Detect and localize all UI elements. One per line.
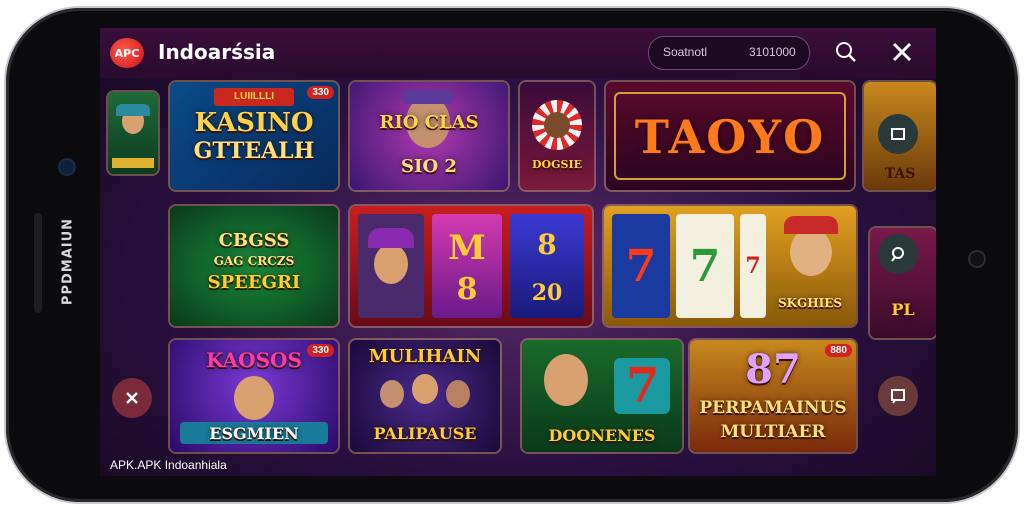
tile-badge: 330 [307, 86, 334, 99]
tile-badge: 330 [307, 344, 334, 357]
chat-icon[interactable] [878, 376, 918, 416]
tile-badge: 880 [825, 344, 852, 357]
close-icon[interactable] [112, 378, 152, 418]
slot-reel: 8 20 [510, 214, 584, 318]
slot-reel: 7 [740, 214, 766, 318]
tile-title: DOONENES [548, 426, 656, 445]
game-tile-kasino[interactable]: LUIILLLI KASINO GTTEALH 330 [170, 82, 338, 190]
footer-text: APK.APK Indoanhiala [110, 458, 227, 472]
tile-label: SKGHIES [777, 296, 843, 310]
tile-label: PL [891, 300, 915, 319]
tile-title: PERPAMAINUS [699, 398, 847, 418]
app-logo[interactable]: APC [110, 38, 144, 68]
slot-reel: 7 [612, 214, 670, 318]
square-icon[interactable] [878, 114, 918, 154]
tile-subtitle: GTTEALH [193, 138, 315, 164]
slot-reel: 7 [676, 214, 734, 318]
tile-subtitle: ESGMIEN [209, 424, 299, 443]
tile-title: CBGSS [218, 230, 290, 251]
tile-subtitle: MULTIAER [720, 422, 826, 442]
front-camera [60, 160, 74, 174]
slot-reel: M 8 [432, 214, 502, 318]
game-tile-slot-sevens[interactable]: 7 7 7 SKGHIES [604, 206, 856, 326]
tile-line2: GAG CRCZS [213, 254, 295, 268]
location-icon[interactable] [878, 234, 918, 274]
tile-label: DOGSIE [532, 158, 582, 171]
game-tile-poker-table[interactable]: CBGSS GAG CRCZS SPEEGRI [170, 206, 338, 326]
tile-title: RIO CLAS [379, 112, 479, 133]
app-title: Indoarśsia [158, 40, 276, 64]
game-tile-perpamainus[interactable]: 87 PERPAMAINUS MULTIAER 880 [690, 340, 856, 452]
sensor-dot [970, 252, 984, 266]
side-label: PPDMAIUN [60, 217, 76, 306]
tile-subtitle: PALIPAUSE [373, 424, 477, 443]
game-tile-mini[interactable] [108, 92, 158, 174]
side-button[interactable] [34, 213, 42, 313]
game-tile-rio[interactable]: RIO CLAS SIO 2 [350, 82, 508, 190]
tile-title: KASINO [194, 108, 314, 138]
tile-subtitle: SPEEGRI [207, 272, 301, 293]
close-x-icon[interactable] [888, 38, 916, 66]
game-tile-doonenes[interactable]: 7 DOONENES [522, 340, 682, 452]
game-tile-dogsie[interactable]: DOGSIE [520, 82, 594, 190]
tile-title: MULIHAIN [368, 346, 482, 367]
slot-character [358, 214, 424, 318]
game-tile-taoyo[interactable]: TAOYO [606, 82, 854, 190]
tile-label: TAS [884, 166, 916, 182]
game-tile-slot-joker[interactable]: M 8 8 20 [350, 206, 592, 326]
game-tile-mulihain[interactable]: MULIHAIN PALIPAUSE [350, 340, 500, 452]
tile-banner: LUIILLLI [214, 88, 294, 106]
search-icon[interactable] [832, 38, 860, 66]
search-placeholder: Soatnotl [663, 45, 708, 59]
tile-title: TAOYO [634, 110, 826, 164]
app-screen: APC Indoarśsia Soatnotl 3101000 LUIILLLI… [100, 28, 936, 476]
game-tile-kaosos[interactable]: KAOSOS ESGMIEN 330 [170, 340, 338, 452]
tile-reel: 7 [626, 358, 660, 414]
search-input[interactable]: Soatnotl 3101000 [648, 36, 810, 70]
search-value: 3101000 [749, 45, 796, 59]
tile-subtitle: SIO 2 [401, 156, 457, 177]
top-bar: APC Indoarśsia Soatnotl 3101000 [100, 28, 936, 78]
